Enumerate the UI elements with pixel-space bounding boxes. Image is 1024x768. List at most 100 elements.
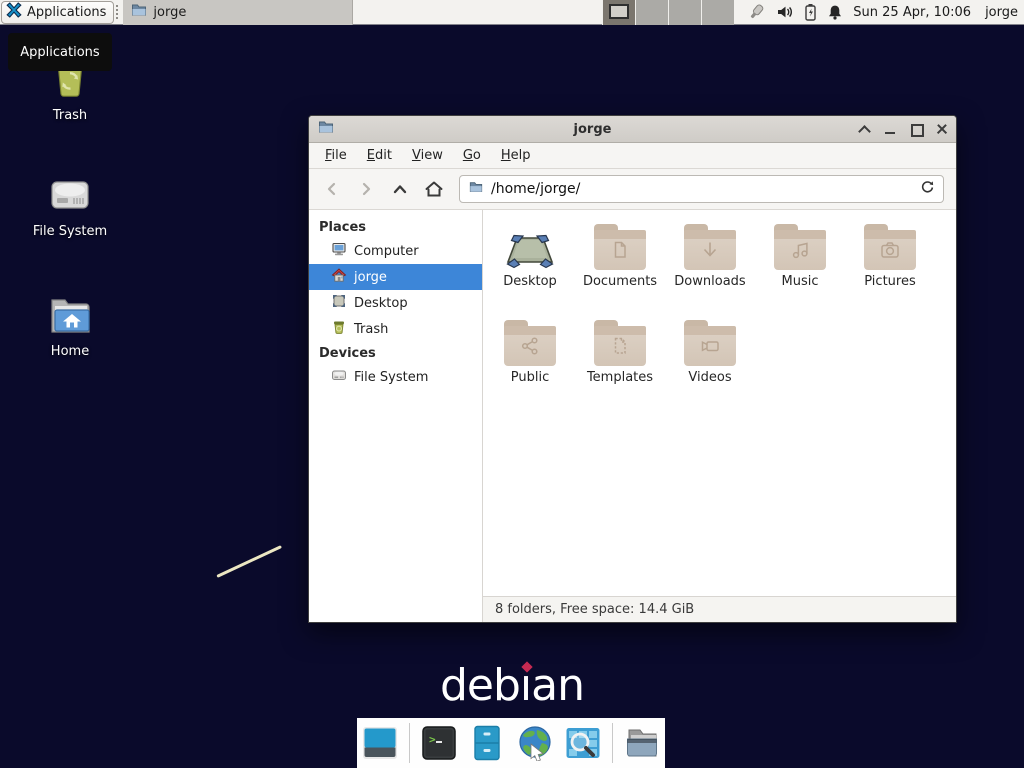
- svg-text:>: >: [429, 733, 436, 746]
- folder-label: Pictures: [845, 274, 935, 289]
- reload-icon[interactable]: [920, 180, 935, 199]
- app-finder-icon[interactable]: [564, 724, 602, 762]
- window-controls: [858, 123, 948, 135]
- sidebar-item-trash[interactable]: Trash: [309, 316, 482, 342]
- folder-view[interactable]: Desktop Documents Downloads: [483, 210, 956, 596]
- folder-label: Templates: [575, 370, 665, 385]
- sidebar-item-filesystem[interactable]: File System: [309, 364, 482, 390]
- folder-label: Desktop: [485, 274, 575, 289]
- applications-menu-label: Applications: [27, 5, 106, 20]
- maximize-button[interactable]: [910, 123, 922, 135]
- sidebar-item-label: Computer: [354, 244, 419, 259]
- folder-item-public[interactable]: Public: [485, 318, 575, 414]
- desktop: { "colors": { "accent": "#3d86d8", "desk…: [0, 0, 1024, 768]
- sidebar: Places Computer jorge Desktop: [309, 210, 483, 622]
- minimize-button[interactable]: [884, 123, 896, 135]
- menu-go[interactable]: Go: [453, 145, 491, 166]
- desktop-icon-label: File System: [22, 224, 118, 239]
- clipman-icon[interactable]: [746, 3, 766, 21]
- tasklist-handle: [116, 5, 121, 19]
- sidebar-item-label: jorge: [354, 270, 387, 285]
- dock-separator: [612, 723, 613, 763]
- shade-button[interactable]: [858, 123, 870, 135]
- file-manager-icon[interactable]: [623, 724, 661, 762]
- statusbar: 8 folders, Free space: 14.4 GiB: [483, 596, 956, 622]
- folder-item-downloads[interactable]: Downloads: [665, 222, 755, 318]
- computer-icon: [331, 241, 347, 261]
- window-content: Places Computer jorge Desktop: [309, 210, 956, 622]
- menubar: File Edit View Go Help: [309, 143, 956, 169]
- folder-label: Downloads: [665, 274, 755, 289]
- folder-item-templates[interactable]: Templates: [575, 318, 665, 414]
- window-folder-icon: [317, 119, 335, 139]
- close-button[interactable]: [936, 123, 948, 135]
- documents-folder-icon: [594, 230, 646, 270]
- desktop-icon-label: Trash: [22, 108, 118, 123]
- sidebar-item-label: File System: [354, 370, 428, 385]
- panel-clock[interactable]: Sun 25 Apr, 10:06: [853, 5, 971, 20]
- sidebar-item-desktop[interactable]: Desktop: [309, 290, 482, 316]
- back-button[interactable]: [317, 174, 347, 204]
- folder-item-pictures[interactable]: Pictures: [845, 222, 935, 318]
- desktop-special-icon: [504, 230, 556, 270]
- videos-folder-icon: [684, 326, 736, 366]
- workspace-2[interactable]: [635, 0, 668, 25]
- file-manager-window: jorge File Edit View Go Help: [308, 115, 957, 623]
- downloads-folder-icon: [684, 230, 736, 270]
- forward-button[interactable]: [351, 174, 381, 204]
- dock-separator: [409, 723, 410, 763]
- wallpaper-swirl-line: [216, 545, 282, 578]
- notifications-icon[interactable]: [827, 4, 843, 21]
- address-bar[interactable]: /home/jorge/: [459, 175, 944, 203]
- sidebar-item-label: Desktop: [354, 296, 408, 311]
- statusbar-text: 8 folders, Free space: 14.4 GiB: [495, 602, 694, 617]
- toolbar: /home/jorge/: [309, 169, 956, 210]
- menu-view[interactable]: View: [402, 145, 453, 166]
- window-title: jorge: [335, 122, 850, 137]
- workspace-3[interactable]: [668, 0, 701, 25]
- web-browser-icon[interactable]: [516, 724, 554, 762]
- folder-label: Public: [485, 370, 575, 385]
- system-tray: [746, 3, 843, 21]
- workspace-1[interactable]: [602, 0, 635, 25]
- up-button[interactable]: [385, 174, 415, 204]
- home-icon: [331, 267, 347, 287]
- workspace-switcher: [602, 0, 734, 25]
- desktop-icon-home[interactable]: Home: [22, 290, 118, 359]
- applications-menu-button[interactable]: Applications: [1, 1, 114, 24]
- folder-item-music[interactable]: Music: [755, 222, 845, 318]
- panel-username[interactable]: jorge: [985, 5, 1018, 20]
- applications-tooltip: Applications: [8, 33, 112, 71]
- sidebar-item-computer[interactable]: Computer: [309, 238, 482, 264]
- menu-file[interactable]: File: [315, 145, 357, 166]
- applications-tooltip-text: Applications: [20, 45, 99, 60]
- window-titlebar[interactable]: jorge: [309, 116, 956, 143]
- music-folder-icon: [774, 230, 826, 270]
- workspace-4[interactable]: [701, 0, 734, 25]
- address-folder-icon: [468, 180, 484, 198]
- hard-drive-icon: [22, 170, 118, 218]
- folder-item-documents[interactable]: Documents: [575, 222, 665, 318]
- public-folder-icon: [504, 326, 556, 366]
- menu-help[interactable]: Help: [491, 145, 541, 166]
- terminal-icon[interactable]: >: [420, 724, 458, 762]
- show-desktop-icon[interactable]: [361, 724, 399, 762]
- menu-edit[interactable]: Edit: [357, 145, 402, 166]
- folder-item-desktop[interactable]: Desktop: [485, 222, 575, 318]
- sidebar-item-jorge[interactable]: jorge: [309, 264, 482, 290]
- taskbar-window-button[interactable]: jorge: [123, 0, 353, 25]
- home-button[interactable]: [419, 174, 449, 204]
- address-path[interactable]: /home/jorge/: [491, 181, 913, 197]
- folder-window-icon: [131, 2, 147, 22]
- battery-icon[interactable]: [804, 3, 817, 21]
- volume-icon[interactable]: [776, 4, 794, 20]
- trash-small-icon: [331, 319, 347, 339]
- file-cabinet-icon[interactable]: [468, 724, 506, 762]
- taskbar-window-label: jorge: [153, 5, 186, 20]
- main-column: Desktop Documents Downloads: [483, 210, 956, 622]
- folder-item-videos[interactable]: Videos: [665, 318, 755, 414]
- desktop-icon-filesystem[interactable]: File System: [22, 170, 118, 239]
- debian-logo: debıan: [0, 660, 1024, 711]
- sidebar-header-devices: Devices: [309, 342, 482, 364]
- sidebar-item-label: Trash: [354, 322, 388, 337]
